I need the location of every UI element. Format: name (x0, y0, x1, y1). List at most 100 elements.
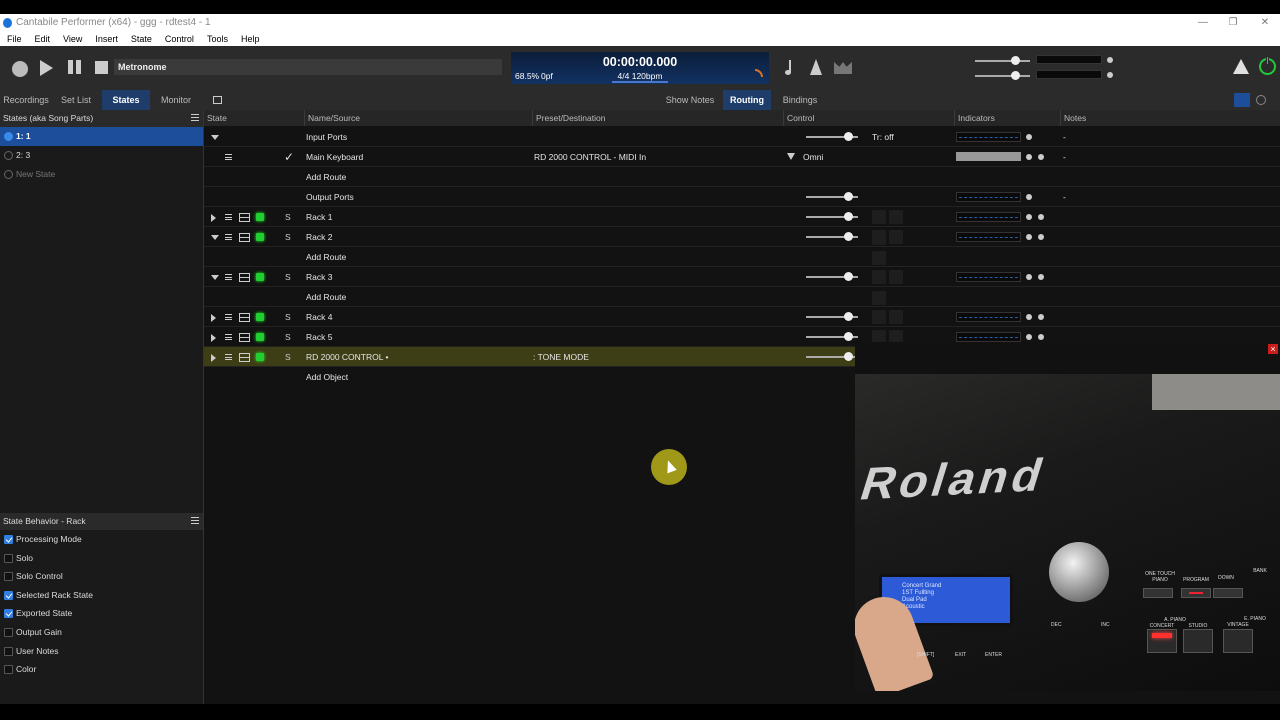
add-route-link[interactable]: Add Route (306, 167, 346, 187)
menu-state[interactable]: State (131, 32, 152, 46)
table-row[interactable]: Add Route (204, 287, 1280, 307)
drag-handle-icon[interactable] (225, 334, 232, 340)
drag-handle-icon[interactable] (225, 274, 232, 280)
drag-handle-icon[interactable] (225, 234, 232, 240)
checkbox[interactable] (4, 665, 13, 675)
row-preset[interactable]: RD 2000 CONTROL - MIDI In (534, 147, 646, 167)
behavior-item[interactable]: Solo (0, 549, 203, 568)
table-row[interactable]: S Rack 2 (204, 227, 1280, 265)
solo-toggle[interactable]: S (285, 267, 291, 287)
master-input-slider[interactable] (975, 56, 1030, 65)
state-item[interactable]: 2: 3 (0, 146, 203, 165)
master-output-slider[interactable] (975, 71, 1030, 80)
close-window-button[interactable]: ✕ (1250, 14, 1280, 32)
menu-file[interactable]: File (7, 32, 22, 46)
behavior-item[interactable]: Exported State (0, 604, 203, 623)
drag-handle-icon[interactable] (225, 354, 232, 360)
enabled-check-icon[interactable]: ✓ (284, 147, 294, 167)
table-row[interactable]: ✓ Main Keyboard RD 2000 CONTROL - MIDI I… (204, 147, 1280, 167)
new-state-item[interactable]: New State (0, 165, 203, 184)
col-state[interactable]: State (204, 110, 227, 126)
state-radio[interactable] (4, 151, 13, 160)
tab-bindings[interactable]: Bindings (778, 90, 822, 110)
active-led-icon[interactable] (256, 333, 264, 341)
active-led-icon[interactable] (256, 353, 264, 361)
power-icon[interactable] (1259, 56, 1276, 75)
behavior-item[interactable]: Selected Rack State (0, 586, 203, 605)
menu-view[interactable]: View (63, 32, 82, 46)
state-radio[interactable] (4, 132, 13, 141)
behavior-menu-icon[interactable] (191, 517, 199, 524)
tab-monitor[interactable]: Monitor (152, 90, 200, 110)
share-icon[interactable] (1256, 95, 1266, 105)
note-icon[interactable] (785, 60, 793, 75)
checkbox[interactable] (4, 627, 13, 637)
collapse-icon[interactable] (211, 275, 219, 280)
row-control-text[interactable]: Tr: off (872, 127, 894, 147)
control-pads[interactable] (872, 310, 922, 345)
solo-toggle[interactable]: S (285, 327, 291, 347)
active-led-icon[interactable] (256, 213, 264, 221)
drag-handle-icon[interactable] (225, 214, 232, 220)
maximize-button[interactable]: ❐ (1218, 14, 1248, 32)
col-indicators[interactable]: Indicators (954, 110, 995, 126)
pause-button[interactable] (68, 60, 84, 76)
collapse-icon[interactable] (211, 135, 219, 140)
state-item[interactable]: 1: 1 (0, 127, 203, 146)
collapse-icon[interactable] (211, 235, 219, 240)
table-row[interactable]: S Rack 3 (204, 267, 1280, 305)
col-preset-destination[interactable]: Preset/Destination (532, 110, 605, 126)
add-object-link[interactable]: Add Object (306, 367, 348, 387)
checkbox[interactable] (4, 553, 13, 563)
col-name-source[interactable]: Name/Source (304, 110, 360, 126)
row-preset[interactable]: : TONE MODE (533, 347, 589, 367)
table-row[interactable]: S Rack 1 (204, 207, 1280, 245)
checkbox[interactable] (4, 590, 13, 600)
tab-routing[interactable]: Routing (723, 90, 771, 110)
active-led-icon[interactable] (256, 313, 264, 321)
active-led-icon[interactable] (256, 233, 264, 241)
stop-button[interactable] (95, 61, 108, 74)
checkbox[interactable] (4, 646, 13, 656)
control-pads[interactable] (872, 210, 922, 245)
add-route-link[interactable]: Add Route (306, 287, 346, 307)
behavior-item[interactable]: User Notes (0, 642, 203, 661)
warning-icon[interactable] (1233, 59, 1249, 74)
expand-icon[interactable] (211, 314, 216, 322)
tab-states[interactable]: States (102, 90, 150, 110)
behavior-item[interactable]: Processing Mode (0, 530, 203, 549)
layout-grid-icon[interactable] (213, 96, 222, 104)
expand-icon[interactable] (211, 354, 216, 362)
gain-slider[interactable] (806, 332, 858, 341)
menu-tools[interactable]: Tools (207, 32, 228, 46)
states-menu-icon[interactable] (191, 114, 199, 121)
solo-toggle[interactable]: S (285, 307, 291, 327)
behavior-item[interactable]: Output Gain (0, 623, 203, 642)
record-button[interactable] (12, 61, 28, 77)
menu-help[interactable]: Help (241, 32, 260, 46)
transport-display[interactable]: 00:00:00.000 68.5% 0pf 4/4 120bpm (511, 52, 769, 84)
menu-insert[interactable]: Insert (95, 32, 118, 46)
gain-slider[interactable] (806, 272, 858, 281)
checkbox[interactable] (4, 572, 13, 582)
filter-icon[interactable] (787, 153, 795, 160)
gain-slider[interactable] (806, 132, 858, 141)
solo-toggle[interactable]: S (285, 227, 291, 247)
close-video-icon[interactable]: × (1268, 344, 1278, 354)
drag-handle-icon[interactable] (225, 314, 232, 320)
gain-slider[interactable] (806, 192, 858, 201)
checkbox[interactable] (4, 535, 13, 544)
behavior-item[interactable]: Color (0, 660, 203, 679)
add-route-link[interactable]: Add Route (306, 247, 346, 267)
drag-handle-icon[interactable] (225, 154, 232, 160)
control-pads[interactable] (872, 270, 922, 305)
checkbox[interactable] (4, 609, 13, 619)
solo-toggle[interactable]: S (285, 347, 291, 367)
row-control-text[interactable]: Omni (803, 147, 823, 167)
minimize-button[interactable]: — (1188, 14, 1218, 32)
gain-slider[interactable] (806, 352, 858, 361)
tab-recordings[interactable]: Recordings (0, 90, 52, 110)
table-row[interactable]: S Rack 4 (204, 307, 1280, 345)
gain-slider[interactable] (806, 312, 858, 321)
col-control[interactable]: Control (783, 110, 814, 126)
